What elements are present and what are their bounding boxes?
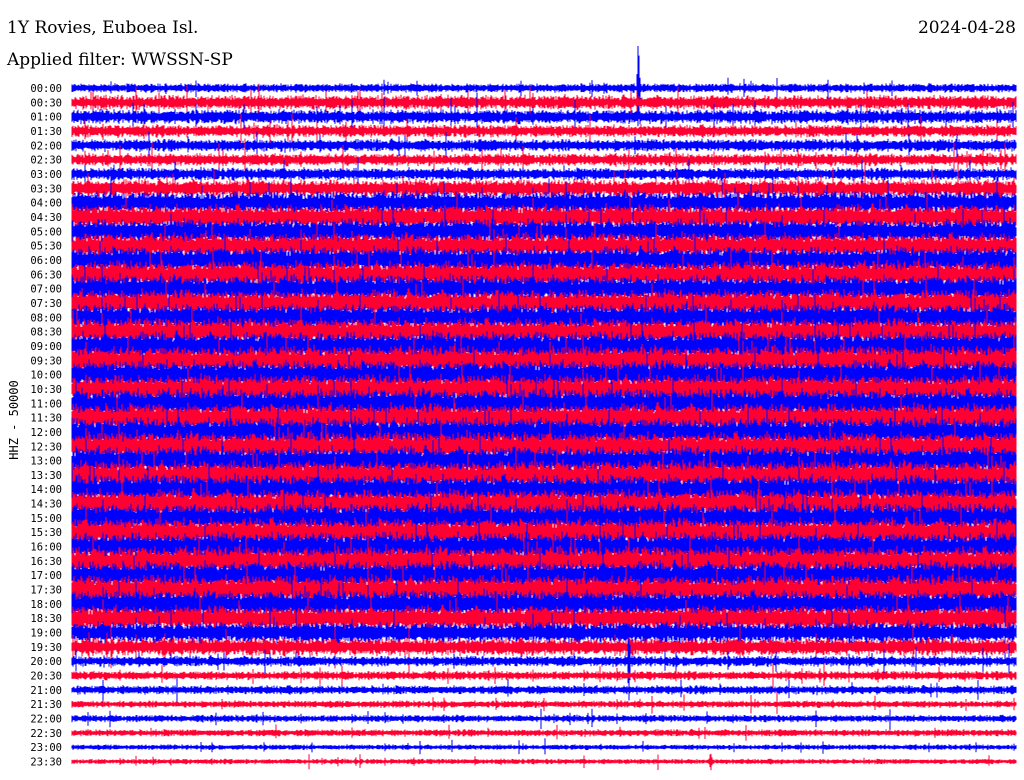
trace-2130 [71,692,1017,714]
time-tick-label: 21:30 [30,699,62,711]
time-tick-label: 19:00 [30,628,62,640]
time-tick-label: 06:00 [30,255,62,267]
time-tick-label: 01:00 [30,112,62,124]
time-tick-label: 07:30 [30,298,62,310]
time-tick-label: 09:30 [30,355,62,367]
time-tick-label: 14:00 [30,484,62,496]
time-tick-label: 16:30 [30,556,62,568]
time-tick-label: 18:00 [30,599,62,611]
time-tick-label: 13:30 [30,470,62,482]
time-tick-label: 08:30 [30,327,62,339]
time-tick-label: 06:30 [30,269,62,281]
time-tick-label: 10:30 [30,384,62,396]
time-tick-label: 09:00 [30,341,62,353]
trace-2230 [71,724,1017,741]
time-tick-label: 15:00 [30,513,62,525]
time-tick-label: 18:30 [30,613,62,625]
time-tick-label: 19:30 [30,642,62,654]
time-tick-label: 13:00 [30,456,62,468]
time-tick-label: 16:00 [30,542,62,554]
time-tick-label: 11:00 [30,398,62,410]
time-tick-label: 23:00 [30,742,62,754]
helicorder-plot: 00:00 00:30 01:00 01:30 02:00 02:30 03:00 03:30… [30,46,1017,771]
time-tick-label: 12:00 [30,427,62,439]
time-tick-label: 17:30 [30,585,62,597]
time-tick-label: 22:30 [30,728,62,740]
time-tick-label: 14:30 [30,499,62,511]
time-tick-label: 15:30 [30,527,62,539]
time-tick-label: 17:00 [30,570,62,582]
time-tick-label: 05:30 [30,241,62,253]
time-tick-label: 03:30 [30,183,62,195]
time-tick-label: 04:00 [30,198,62,210]
time-tick-label: 21:00 [30,685,62,697]
time-tick-label: 11:30 [30,413,62,425]
time-tick-label: 20:30 [30,671,62,683]
trace-2030 [71,663,1017,689]
time-tick-label: 05:00 [30,226,62,238]
time-tick-label: 02:30 [30,155,62,167]
time-tick-label: 01:30 [30,126,62,138]
time-tick-label: 22:00 [30,714,62,726]
time-tick-label: 20:00 [30,656,62,668]
time-tick-label: 00:00 [30,83,62,95]
time-tick-label: 02:00 [30,140,62,152]
trace-2330 [71,753,1017,771]
time-tick-label: 03:00 [30,169,62,181]
time-tick-label: 04:30 [30,212,62,224]
trace-2300 [71,738,1017,755]
time-tick-label: 10:00 [30,370,62,382]
time-tick-label: 00:30 [30,97,62,109]
time-tick-label: 07:00 [30,284,62,296]
time-tick-label: 23:30 [30,757,62,769]
time-tick-label: 12:30 [30,441,62,453]
time-tick-label: 08:00 [30,312,62,324]
trace-2200 [71,708,1017,730]
